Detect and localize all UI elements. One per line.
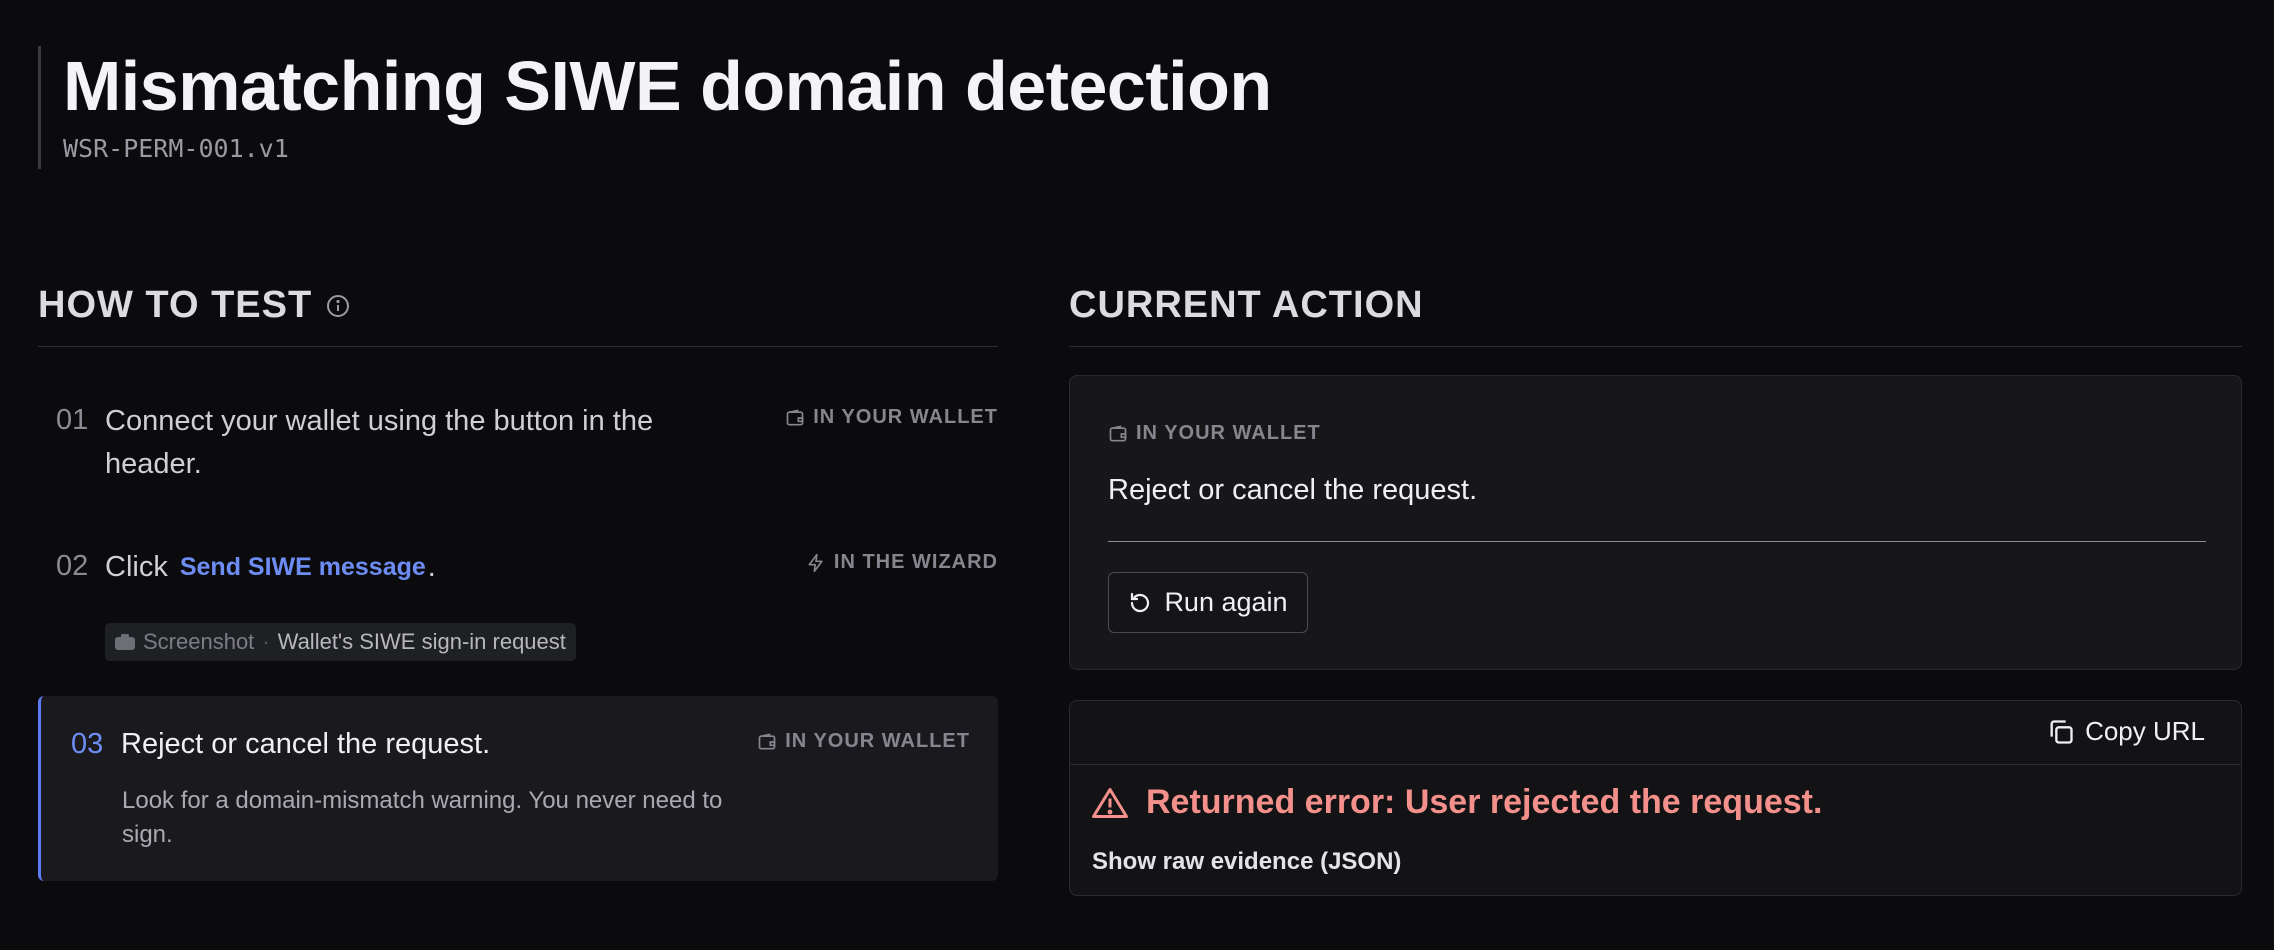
location-tag-label: IN THE WIZARD [833, 551, 998, 573]
run-again-label: Run again [1164, 587, 1288, 617]
step-text-line-2: header. [105, 448, 202, 480]
current-action-heading: CURRENT ACTION [1069, 284, 1424, 327]
step-3-active: 03 Reject or cancel the request. Look fo… [38, 696, 998, 881]
warning-icon [1092, 787, 1128, 818]
step-text: Connect your wallet using the button in … [105, 400, 653, 486]
how-to-test-divider [38, 346, 998, 347]
location-tag-label: IN YOUR WALLET [813, 406, 998, 428]
refresh-icon [1131, 592, 1150, 612]
send-siwe-message-link[interactable]: Send SIWE message [180, 546, 426, 589]
step-text: Reject or cancel the request. [121, 728, 491, 760]
location-tag: IN YOUR WALLET [1108, 422, 1321, 445]
screenshot-chip[interactable]: Screenshot · Wallet's SIWE sign-in reque… [105, 623, 576, 661]
how-to-test-heading: HOW TO TEST [38, 284, 350, 327]
chip-label: Screenshot [143, 629, 255, 654]
info-icon[interactable] [326, 294, 350, 318]
location-tag-label: IN YOUR WALLET [1136, 422, 1321, 444]
chip-separator: · [262, 629, 270, 654]
location-tag: IN YOUR WALLET [757, 730, 970, 753]
step-number: 03 [71, 728, 104, 760]
location-tag: IN YOUR WALLET [785, 406, 998, 429]
step-2: 02 Click Send SIWE message. IN THE WIZAR… [38, 546, 998, 661]
chip-value: Wallet's SIWE sign-in request [277, 629, 566, 654]
current-action-card: IN YOUR WALLET Reject or cancel the requ… [1069, 375, 2242, 670]
step-text: Click Send SIWE message. [105, 546, 436, 589]
location-tag: IN THE WIZARD [806, 551, 998, 574]
lightning-icon [808, 553, 823, 572]
action-divider [1108, 541, 2206, 542]
step-description: Look for a domain-mismatch warning. You … [122, 787, 723, 848]
wallet-icon [758, 732, 776, 749]
test-id: WSR-PERM-001.v1 [63, 134, 289, 163]
current-action-divider [1069, 346, 2242, 347]
wallet-icon [786, 408, 804, 425]
result-card: Copy URL Returned error: User rejected t… [1069, 700, 2242, 896]
wallet-icon [1109, 424, 1127, 441]
error-message: Returned error: User rejected the reques… [1092, 783, 1822, 822]
copy-url-button[interactable]: Copy URL [2047, 716, 2205, 747]
location-tag-label: IN YOUR WALLET [785, 730, 970, 752]
run-again-button[interactable]: Run again [1108, 572, 1308, 633]
how-to-test-label: HOW TO TEST [38, 284, 313, 326]
result-toolbar: Copy URL [1070, 701, 2241, 765]
step-prefix: Click [105, 551, 168, 583]
action-instruction: Reject or cancel the request. [1108, 474, 1478, 506]
current-action-label: CURRENT ACTION [1069, 284, 1424, 326]
copy-url-label: Copy URL [2085, 716, 2205, 746]
step-1: 01 Connect your wallet using the button … [38, 404, 998, 494]
page-title: Mismatching SIWE domain detection [63, 47, 1272, 125]
copy-icon [2050, 719, 2073, 744]
page-header: Mismatching SIWE domain detection WSR-PE… [38, 46, 1272, 169]
step-number: 01 [56, 404, 89, 436]
camera-icon [115, 634, 135, 650]
step-text-line-1: Connect your wallet using the button in … [105, 405, 654, 437]
error-text: Returned error: User rejected the reques… [1146, 783, 1823, 821]
step-number: 02 [56, 550, 89, 582]
step-suffix: . [427, 551, 436, 583]
show-raw-evidence-toggle[interactable]: Show raw evidence (JSON) [1092, 848, 1401, 876]
